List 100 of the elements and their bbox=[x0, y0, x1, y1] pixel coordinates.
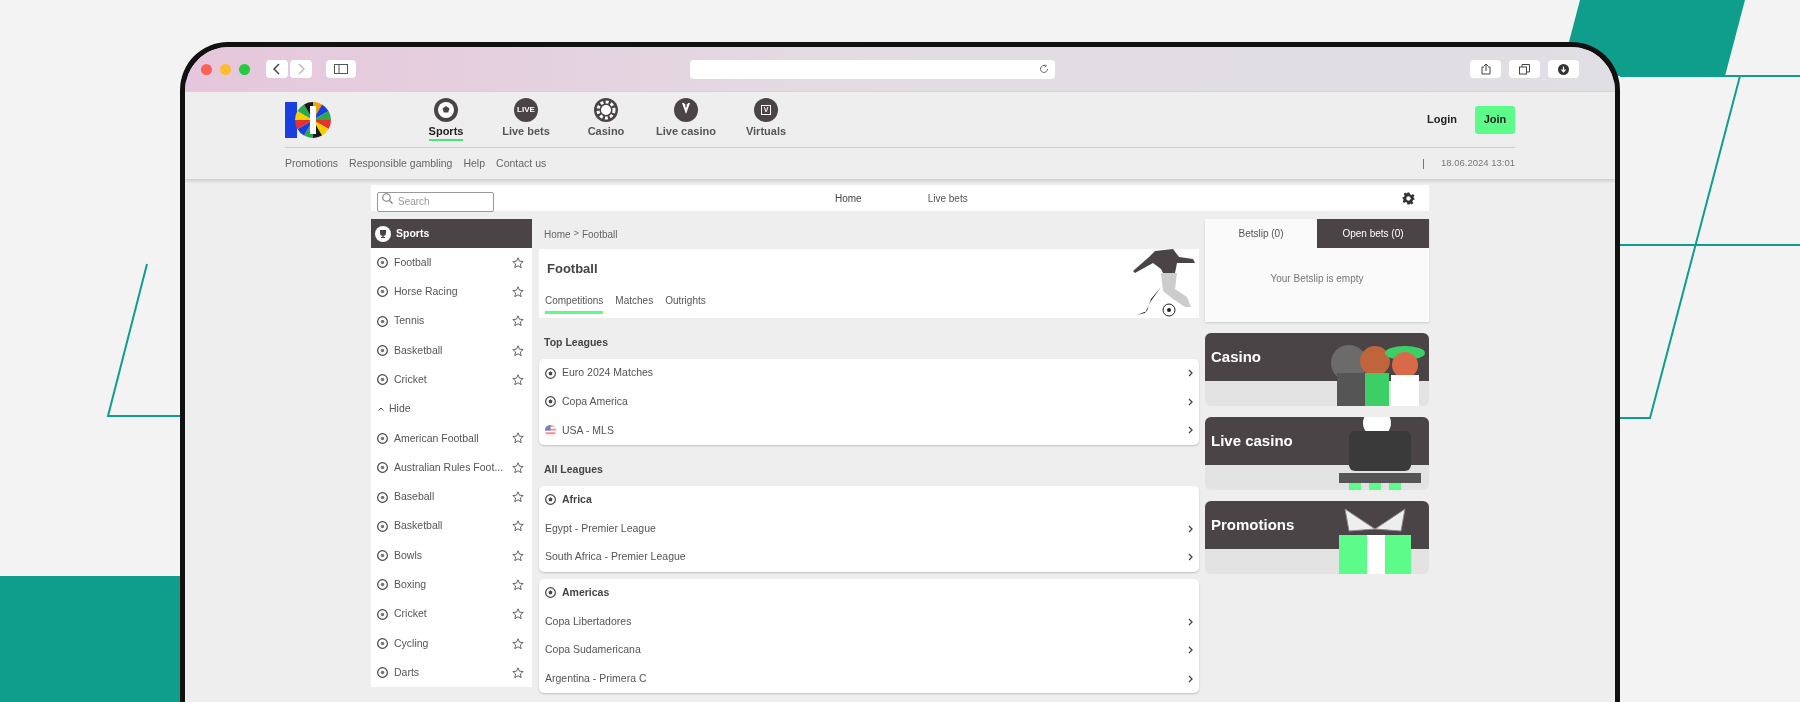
promo-banner[interactable]: Live casino bbox=[1205, 417, 1429, 490]
flag-icon bbox=[545, 424, 556, 436]
sport-ball-icon bbox=[377, 667, 388, 679]
favorite-button[interactable] bbox=[512, 344, 524, 357]
sidebar-toggle-button[interactable] bbox=[326, 60, 356, 78]
favorite-button[interactable] bbox=[512, 432, 524, 445]
promo-banner[interactable]: Casino bbox=[1205, 333, 1429, 406]
tab[interactable]: Competitions bbox=[545, 292, 604, 314]
nav-tab[interactable]: Casino bbox=[567, 98, 645, 141]
betslip-tab[interactable]: Betslip (0) bbox=[1205, 219, 1317, 248]
sidebar-item[interactable]: Darts bbox=[394, 664, 420, 681]
football-icon bbox=[545, 396, 556, 408]
search-icon bbox=[382, 192, 393, 204]
share-icon bbox=[1480, 63, 1491, 75]
tab[interactable]: Outrights bbox=[665, 292, 706, 314]
sport-ball-icon bbox=[377, 286, 388, 298]
league-row[interactable]: USA - MLS bbox=[539, 416, 1199, 445]
league-row[interactable]: Copa America bbox=[539, 387, 1199, 417]
league-row[interactable]: Egypt - Premier League bbox=[539, 514, 1199, 543]
sidebar-item[interactable]: Tennis bbox=[394, 313, 425, 330]
address-field[interactable] bbox=[690, 59, 1055, 79]
back-button[interactable] bbox=[266, 60, 288, 78]
sidebar-item[interactable]: Basketball bbox=[394, 342, 443, 359]
star-icon bbox=[512, 315, 524, 328]
nav-tab-label: Sports bbox=[428, 125, 464, 141]
forward-icon bbox=[297, 63, 305, 75]
sport-ball-icon bbox=[377, 550, 388, 562]
star-icon bbox=[512, 608, 524, 621]
sidebar-item[interactable]: Basketball bbox=[394, 518, 443, 535]
sidebar-item[interactable]: Bowls bbox=[394, 547, 422, 564]
star-icon bbox=[512, 373, 524, 386]
league-row[interactable]: Copa Libertadores bbox=[539, 607, 1199, 636]
favorite-button[interactable] bbox=[512, 491, 524, 503]
toolbar-link[interactable]: Home bbox=[835, 190, 862, 206]
sidebar-item[interactable]: Boxing bbox=[394, 577, 427, 593]
favorite-button[interactable] bbox=[512, 256, 524, 269]
football-icon bbox=[545, 587, 556, 599]
breadcrumb-separator: > bbox=[573, 227, 579, 241]
nav-tab[interactable]: Sports bbox=[407, 98, 485, 141]
share-button[interactable] bbox=[1470, 60, 1501, 78]
sport-ball-icon bbox=[377, 345, 388, 357]
header-link[interactable]: Help bbox=[463, 155, 486, 172]
header-link[interactable]: Contact us bbox=[496, 155, 547, 172]
login-button[interactable]: Login bbox=[1427, 111, 1457, 128]
chevron-right-icon bbox=[1188, 553, 1193, 562]
nav-tab[interactable]: Live casino bbox=[647, 98, 725, 141]
header-link[interactable]: Responsible gambling bbox=[349, 155, 453, 172]
star-icon bbox=[512, 520, 524, 533]
header-link[interactable]: Promotions bbox=[285, 155, 339, 172]
sport-ball-icon bbox=[377, 491, 388, 503]
search-field[interactable]: Search bbox=[377, 191, 494, 212]
favorite-button[interactable] bbox=[512, 578, 524, 591]
league-row[interactable]: Euro 2024 Matches bbox=[539, 358, 1199, 388]
sidebar-item[interactable]: Baseball bbox=[394, 489, 435, 505]
section-heading: All Leagues bbox=[544, 461, 604, 477]
chevron-right-icon bbox=[1188, 397, 1193, 406]
star-icon bbox=[512, 461, 524, 474]
sidebar-item[interactable]: Football bbox=[394, 254, 432, 271]
live-icon: LIVE bbox=[514, 98, 538, 122]
download-button[interactable] bbox=[1548, 60, 1579, 78]
breadcrumb-link[interactable]: Home bbox=[544, 226, 571, 242]
sport-ball-icon bbox=[377, 315, 388, 327]
hide-toggle[interactable]: Hide bbox=[371, 394, 532, 424]
favorite-button[interactable] bbox=[512, 373, 524, 386]
sidebar-item[interactable]: Cycling bbox=[394, 635, 429, 652]
sidebar-item[interactable]: Australian Rules Foot... bbox=[394, 459, 504, 476]
sidebar-item[interactable]: Cricket bbox=[394, 371, 427, 388]
promo-title: Live casino bbox=[1211, 430, 1293, 451]
tab[interactable]: Matches bbox=[615, 292, 654, 314]
favorite-button[interactable] bbox=[512, 285, 524, 298]
section-heading: Top Leagues bbox=[544, 335, 609, 350]
trophy-icon bbox=[375, 225, 391, 242]
betslip-tab[interactable]: Open bets (0) bbox=[1317, 219, 1429, 248]
breadcrumb-link[interactable]: Football bbox=[581, 226, 618, 242]
sidebar-item[interactable]: Horse Racing bbox=[394, 284, 458, 300]
football-icon bbox=[545, 494, 556, 506]
league-row[interactable]: South Africa - Premier League bbox=[539, 542, 1199, 572]
favorite-button[interactable] bbox=[512, 608, 524, 621]
favorite-button[interactable] bbox=[512, 315, 524, 328]
promo-title: Promotions bbox=[1211, 514, 1295, 535]
page-title: Football bbox=[547, 260, 599, 278]
league-row[interactable]: Argentina - Primera C bbox=[539, 664, 1199, 694]
nav-tab[interactable]: LIVE Live bets bbox=[487, 98, 565, 141]
sidebar-item[interactable]: American Football bbox=[394, 430, 479, 447]
toolbar-link[interactable]: Live bets bbox=[927, 190, 968, 206]
favorite-button[interactable] bbox=[512, 549, 524, 562]
league-row[interactable]: Copa Sudamericana bbox=[539, 636, 1199, 665]
tabs-button[interactable] bbox=[1509, 60, 1540, 78]
favorite-button[interactable] bbox=[512, 666, 524, 679]
favorite-button[interactable] bbox=[512, 461, 524, 474]
sidebar-item[interactable]: Cricket bbox=[394, 606, 427, 623]
favorite-button[interactable] bbox=[512, 520, 524, 533]
settings-button[interactable] bbox=[1402, 191, 1415, 205]
favorite-button[interactable] bbox=[512, 637, 524, 650]
promo-banner[interactable]: Promotions bbox=[1205, 501, 1429, 574]
chevron-right-icon bbox=[1188, 617, 1193, 626]
star-icon bbox=[512, 491, 524, 503]
sport-ball-icon bbox=[377, 462, 388, 474]
join-button[interactable]: Join bbox=[1475, 105, 1515, 134]
promo-title: Casino bbox=[1211, 346, 1261, 367]
